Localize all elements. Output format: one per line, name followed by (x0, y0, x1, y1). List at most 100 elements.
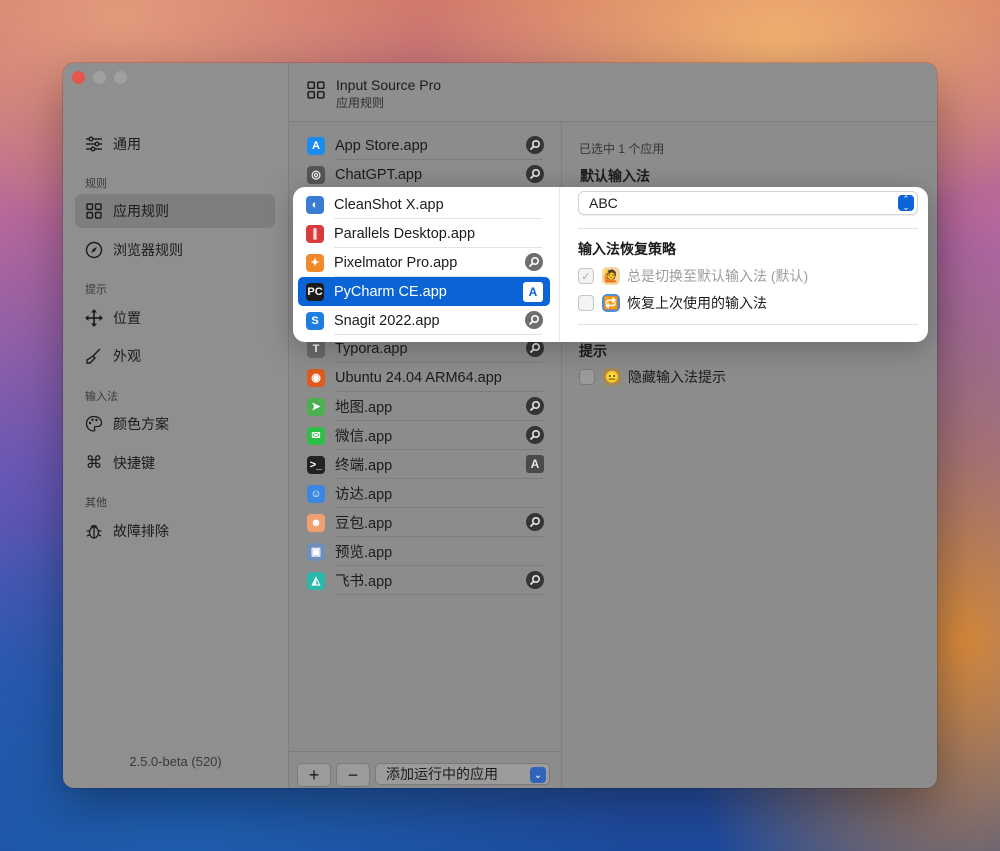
grid-icon (307, 81, 325, 104)
list-item[interactable]: ◭ 飞书.app (299, 566, 551, 595)
default-input-select[interactable]: ABC ⌃ ⌄ (578, 191, 918, 215)
list-item[interactable]: ✉ 微信.app (299, 421, 551, 450)
app-name: Snagit 2022.app (334, 312, 440, 329)
sidebar-item-position[interactable]: 位置 (75, 301, 275, 335)
sidebar-item-appearance[interactable]: 外观 (75, 339, 275, 373)
sidebar-item-shortcuts[interactable]: ⌘ 快捷键 (75, 446, 275, 480)
app-name: 终端.app (335, 458, 393, 474)
app-window: 通用 规则 应用规则 浏览器规则 提示 位置 外观 输入法 颜色方案 ⌘ 快捷键… (63, 63, 937, 788)
sidebar-item-general[interactable]: 通用 (75, 127, 275, 161)
window-subtitle: 应用规则 (336, 96, 385, 110)
sidebar-item-browser-rules[interactable]: 浏览器规则 (75, 233, 275, 267)
app-icon: ☻ (307, 513, 325, 532)
list-item[interactable]: ☻ 豆包.app (299, 508, 551, 537)
row-divider (334, 334, 542, 335)
app-name: 预览.app (335, 545, 393, 561)
section-label-rules: 规则 (85, 178, 107, 190)
always-default-checkbox[interactable]: ✓ (578, 268, 594, 284)
grid-icon (83, 200, 105, 222)
list-item[interactable]: PC PyCharm CE.app A (298, 277, 550, 306)
app-name: 豆包.app (335, 516, 393, 532)
compass-icon (83, 239, 105, 261)
remove-app-button[interactable]: − (336, 763, 370, 787)
restore-last-option[interactable]: 🔁 恢复上次使用的输入法 (578, 293, 767, 313)
divider (578, 228, 918, 229)
app-icon: A (307, 136, 325, 155)
input-source-badge: A (526, 455, 544, 473)
list-item[interactable]: A App Store.app (299, 131, 551, 160)
person-icon: 🙋 (602, 267, 620, 285)
app-icon: S (306, 311, 324, 330)
sidebar-item-label: 快捷键 (113, 455, 155, 471)
app-name: Ubuntu 24.04 ARM64.app (335, 369, 502, 386)
always-default-label: 总是切换至默认输入法 (默认) (627, 268, 809, 284)
sidebar-item-color-scheme[interactable]: 颜色方案 (75, 407, 275, 441)
app-name: Parallels Desktop.app (334, 225, 476, 242)
toolbar: Input Source Pro 应用规则 (289, 63, 937, 122)
add-app-button[interactable]: + (297, 763, 331, 787)
app-icon: ◐ (306, 195, 324, 214)
default-input-value: ABC (589, 195, 618, 211)
list-item[interactable]: ◐ CleanShot X.app (298, 190, 550, 219)
minimize-button[interactable] (93, 71, 106, 84)
add-running-app-label: 添加运行中的应用 (386, 766, 498, 782)
app-icon: ◭ (307, 571, 325, 590)
list-item[interactable]: ➤ 地图.app (299, 392, 551, 421)
app-icon: ✦ (306, 253, 324, 272)
zoom-button[interactable] (114, 71, 127, 84)
face-icon: 😐 (603, 368, 621, 386)
close-button[interactable] (72, 71, 85, 84)
list-bottom-bar: + − 添加运行中的应用 ⌄ (289, 751, 561, 788)
pin-icon (526, 571, 544, 589)
list-item[interactable]: >_ 终端.app A (299, 450, 551, 479)
sidebar-item-troubleshoot[interactable]: 故障排除 (75, 514, 275, 548)
bug-icon (83, 520, 105, 542)
hide-hint-checkbox[interactable] (579, 369, 595, 385)
app-icon: ✉ (307, 426, 325, 445)
input-source-badge: A (523, 282, 543, 302)
sidebar-item-label: 故障排除 (113, 523, 169, 539)
list-item[interactable]: ◎ ChatGPT.app (299, 160, 551, 189)
command-icon: ⌘ (85, 453, 103, 472)
highlighted-app-rows: ◐ CleanShot X.app ∥ Parallels Desktop.app ✦ P… (293, 187, 559, 342)
list-item[interactable]: ◉ Ubuntu 24.04 ARM64.app (299, 363, 551, 392)
hide-hint-option[interactable]: 😐 隐藏输入法提示 (579, 367, 726, 387)
sidebar-item-label: 通用 (113, 136, 141, 152)
app-name: ChatGPT.app (335, 166, 423, 183)
add-running-app-select[interactable]: 添加运行中的应用 ⌄ (375, 763, 550, 785)
app-name: App Store.app (335, 137, 428, 154)
sliders-icon (83, 133, 105, 155)
app-name: Typora.app (335, 340, 408, 357)
list-item[interactable]: ∥ Parallels Desktop.app (298, 219, 550, 248)
app-name: 地图.app (335, 400, 393, 416)
sidebar-item-label: 应用规则 (113, 203, 169, 219)
list-item[interactable]: S Snagit 2022.app (298, 306, 550, 335)
list-item[interactable]: ☺ 访达.app (299, 479, 551, 508)
sidebar-item-label: 颜色方案 (113, 416, 169, 432)
move-icon (83, 307, 105, 329)
selection-count: 已选中 1 个应用 (579, 142, 665, 156)
window-controls (72, 71, 127, 84)
pin-icon (526, 136, 544, 154)
section-label-hints: 提示 (85, 284, 107, 296)
restore-last-checkbox[interactable] (578, 295, 594, 311)
app-icon: PC (306, 282, 324, 301)
palette-icon (83, 413, 105, 435)
sidebar-item-label: 外观 (113, 348, 141, 364)
highlighted-settings: ABC ⌃ ⌄ 输入法恢复策略 ✓ 🙋 总是切换至默认输入法 (默认) 🔁 恢复上… (560, 187, 928, 342)
hide-hint-label: 隐藏输入法提示 (628, 369, 726, 385)
sidebar-item-label: 浏览器规则 (113, 242, 183, 258)
list-item[interactable]: ✦ Pixelmator Pro.app (298, 248, 550, 277)
list-item[interactable]: ▣ 预览.app (299, 537, 551, 566)
app-icon: ☺ (307, 484, 325, 503)
sidebar-item-app-rules[interactable]: 应用规则 (75, 194, 275, 228)
always-default-option[interactable]: ✓ 🙋 总是切换至默认输入法 (默认) (578, 266, 808, 286)
app-icon: >_ (307, 455, 325, 474)
repeat-icon: 🔁 (602, 294, 620, 312)
app-icon: ▣ (307, 542, 325, 561)
app-icon: ∥ (306, 224, 324, 243)
section-label-other: 其他 (85, 497, 107, 509)
app-name: 微信.app (335, 429, 393, 445)
app-icon: T (307, 339, 325, 358)
row-divider (335, 594, 543, 595)
